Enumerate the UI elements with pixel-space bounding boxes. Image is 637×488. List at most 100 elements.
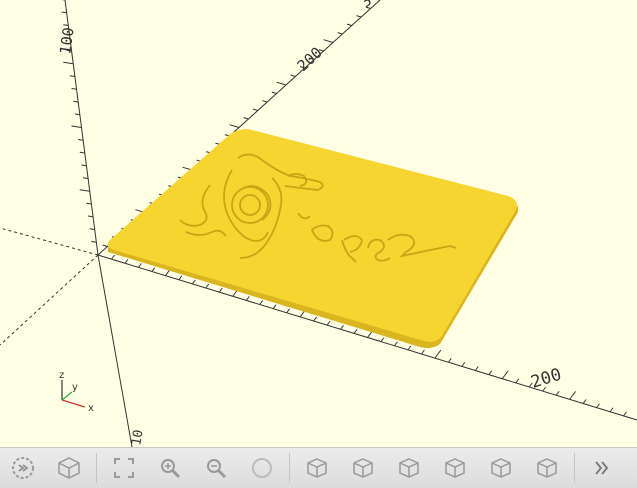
indicator-y-label: y bbox=[72, 382, 78, 393]
y-axis-tick bbox=[262, 100, 268, 103]
view-top-icon bbox=[353, 458, 373, 478]
y-axis-tick bbox=[290, 74, 296, 77]
view-front-icon bbox=[491, 458, 511, 478]
z-axis-tick bbox=[61, 11, 67, 14]
preview-button[interactable] bbox=[6, 451, 40, 485]
view-back-icon bbox=[537, 458, 557, 478]
view-all-button[interactable] bbox=[107, 451, 141, 485]
zoom-out-icon bbox=[207, 459, 227, 479]
indicator-z-label: z bbox=[59, 370, 64, 381]
x-axis-tick bbox=[407, 345, 412, 351]
z-axis-tick bbox=[69, 75, 75, 77]
3d-viewport[interactable]: 100 200 300 200 10 bbox=[0, 0, 637, 447]
view-all-icon bbox=[114, 458, 134, 478]
x-axis-tick bbox=[569, 391, 577, 400]
toolbar-separator bbox=[289, 453, 290, 483]
x-axis-tick bbox=[501, 370, 509, 380]
y-axis-tick bbox=[323, 39, 334, 43]
z-axis-tick-10: 10 bbox=[129, 429, 146, 447]
x-axis-tick bbox=[272, 304, 277, 309]
x-axis-tick bbox=[488, 370, 493, 375]
view-back-button[interactable] bbox=[530, 451, 564, 485]
z-axis-lower-line bbox=[97, 254, 133, 447]
x-axis-tick bbox=[259, 300, 264, 305]
view-left-icon bbox=[445, 458, 465, 478]
z-axis-tick bbox=[81, 164, 87, 167]
view-top-button[interactable] bbox=[346, 451, 380, 485]
z-axis-tick bbox=[79, 189, 90, 192]
z-axis-tick bbox=[63, 24, 69, 26]
z-axis-tick bbox=[71, 88, 77, 90]
view-toolbar bbox=[0, 447, 637, 488]
x-axis-tick bbox=[434, 349, 442, 359]
x-axis-tick bbox=[353, 329, 358, 334]
x-axis-tick bbox=[313, 316, 318, 322]
x-axis-tick bbox=[340, 324, 344, 330]
render-button[interactable] bbox=[52, 451, 86, 485]
x-axis-tick bbox=[205, 283, 210, 289]
y-axis-tick bbox=[276, 81, 287, 86]
y-axis-tick bbox=[271, 91, 277, 94]
y-axis-tick bbox=[337, 32, 343, 35]
x-axis-tick bbox=[394, 341, 398, 347]
x-axis-tick bbox=[623, 411, 627, 417]
indicator-y-line bbox=[61, 391, 73, 401]
z-axis-tick bbox=[63, 61, 74, 65]
x-axis-tick bbox=[286, 308, 291, 314]
x-axis-tick bbox=[420, 349, 425, 355]
y-axis-tick bbox=[243, 117, 249, 120]
x-axis-tick bbox=[326, 320, 331, 326]
x-axis-tick bbox=[461, 362, 466, 367]
render-cube-icon bbox=[58, 457, 80, 479]
model-plate[interactable] bbox=[107, 129, 518, 348]
x-axis-tick bbox=[138, 263, 142, 268]
y-axis-tick bbox=[229, 124, 240, 128]
x-axis-tick bbox=[555, 390, 560, 396]
y-axis-tick bbox=[346, 23, 352, 26]
scene-canvas: 100 200 300 200 10 bbox=[0, 0, 637, 447]
z-axis-tick bbox=[87, 215, 94, 218]
z-axis-tick bbox=[79, 151, 85, 154]
z-axis-tick bbox=[74, 113, 80, 116]
x-axis-tick bbox=[380, 337, 385, 342]
view-front-button[interactable] bbox=[484, 451, 518, 485]
x-axis-tick bbox=[178, 275, 183, 281]
x-axis-tick bbox=[582, 399, 587, 404]
x-axis-tick bbox=[515, 378, 520, 384]
x-axis-tick bbox=[124, 258, 129, 264]
indicator-x-label: x bbox=[88, 403, 94, 414]
zoom-in-button[interactable] bbox=[153, 451, 187, 485]
z-axis-tick-100: 100 bbox=[56, 26, 78, 55]
x-axis-negative bbox=[0, 227, 99, 256]
y-axis-negative bbox=[0, 254, 99, 346]
double-chevron-right-icon bbox=[595, 461, 609, 475]
more-tools-button[interactable] bbox=[585, 451, 619, 485]
zoom-out-button[interactable] bbox=[199, 451, 233, 485]
reset-view-button[interactable] bbox=[245, 451, 279, 485]
y-axis-tick bbox=[356, 15, 362, 18]
x-axis-tick bbox=[474, 366, 479, 371]
x-axis-tick bbox=[609, 407, 614, 413]
toolbar-separator bbox=[574, 453, 575, 483]
view-right-icon bbox=[307, 458, 327, 478]
axes-orientation-indicator: z x y bbox=[59, 370, 94, 414]
y-axis-tick bbox=[102, 244, 108, 247]
x-axis-tick-200: 200 bbox=[529, 365, 564, 393]
z-axis-tick bbox=[83, 177, 89, 179]
preview-icon bbox=[12, 457, 34, 479]
indicator-x-line bbox=[61, 399, 86, 408]
x-axis-tick bbox=[111, 254, 115, 260]
view-bottom-icon bbox=[399, 458, 419, 478]
view-right-button[interactable] bbox=[300, 451, 334, 485]
x-axis-tick bbox=[596, 403, 600, 408]
y-axis-tick bbox=[252, 108, 258, 111]
y-axis-tick-200: 200 bbox=[294, 43, 326, 75]
z-axis-tick bbox=[89, 228, 95, 230]
zoom-in-icon bbox=[161, 459, 181, 479]
view-bottom-button[interactable] bbox=[392, 451, 426, 485]
toolbar-separator bbox=[96, 453, 97, 483]
x-axis-tick bbox=[151, 267, 156, 272]
reset-view-icon bbox=[252, 458, 272, 478]
view-left-button[interactable] bbox=[438, 451, 472, 485]
x-axis-tick bbox=[245, 296, 250, 301]
